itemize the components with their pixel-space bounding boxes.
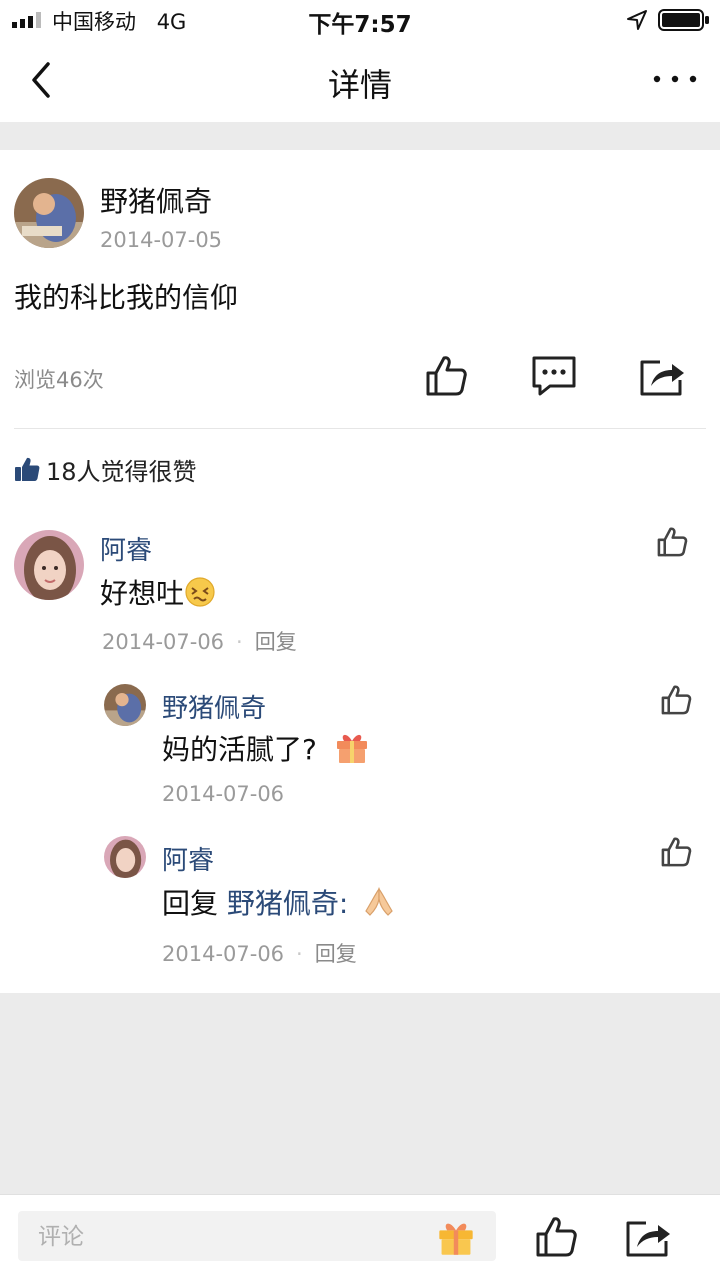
view-count: 浏览46次 — [14, 368, 104, 392]
reply-meta: 2014-07-06 · 回复 — [162, 942, 357, 966]
status-bar: 中国移动 4G 下午7:57 — [0, 0, 720, 40]
gift-icon[interactable] — [436, 1217, 476, 1257]
mention-link[interactable]: 野猪佩奇: — [227, 887, 348, 920]
post-text: 我的科比我的信仰 — [14, 281, 239, 314]
reply-date: 2014-07-06 — [162, 942, 285, 966]
comment-input[interactable] — [18, 1211, 440, 1263]
location-arrow-icon — [627, 10, 647, 30]
share-icon[interactable] — [624, 1215, 672, 1259]
reply-like-icon[interactable] — [660, 836, 692, 868]
comment-meta: 2014-07-06 · 回复 — [102, 630, 297, 654]
comment-text: 好想吐 — [100, 572, 216, 612]
reply-author-name[interactable]: 阿睿 — [162, 840, 214, 877]
page-title: 详情 — [327, 66, 392, 104]
like-thumbs-up-icon[interactable] — [424, 354, 468, 398]
gift-icon — [336, 734, 367, 763]
reply-date: 2014-07-06 — [162, 782, 285, 806]
post-detail-card: 野猪佩奇 2014-07-05 我的科比我的信仰 浏览46次 18人觉得很赞 阿… — [0, 150, 720, 993]
dizzy-face-icon — [185, 577, 215, 607]
reply-text: 回复 野猪佩奇: — [162, 882, 397, 922]
author-avatar[interactable] — [14, 178, 84, 248]
share-icon[interactable] — [638, 354, 686, 398]
reply-text: 妈的活腻了? — [162, 728, 370, 768]
reply-button[interactable]: 回复 — [315, 942, 357, 966]
post-author-name[interactable]: 野猪佩奇 — [100, 180, 212, 220]
like-thumbs-up-icon[interactable] — [534, 1215, 578, 1259]
reply-meta: 2014-07-06 — [162, 782, 284, 806]
reply-author-name[interactable]: 野猪佩奇 — [162, 688, 266, 725]
folded-hands-icon — [365, 887, 394, 916]
likes-count-text: 18人觉得很赞 — [46, 458, 197, 486]
bottom-bar — [0, 1194, 720, 1281]
reply-like-icon[interactable] — [660, 684, 692, 716]
more-options-icon[interactable] — [650, 72, 700, 86]
reply-author-avatar[interactable] — [104, 684, 146, 726]
comment-date: 2014-07-06 — [102, 630, 225, 654]
commenter-avatar[interactable] — [14, 530, 84, 600]
navigation-bar: 详情 — [0, 40, 720, 122]
comment-like-icon[interactable] — [656, 526, 688, 558]
reply-button[interactable]: 回复 — [255, 630, 297, 654]
comment-author-name[interactable]: 阿睿 — [100, 530, 152, 567]
clock: 下午7:57 — [308, 12, 412, 38]
post-date: 2014-07-05 — [100, 228, 223, 252]
comment-bubble-icon[interactable] — [530, 354, 578, 398]
thumbs-up-filled-icon — [15, 457, 40, 481]
battery-icon — [658, 9, 709, 31]
divider — [14, 428, 706, 429]
reply-author-avatar[interactable] — [104, 836, 146, 878]
comment-input-box[interactable] — [18, 1211, 496, 1263]
